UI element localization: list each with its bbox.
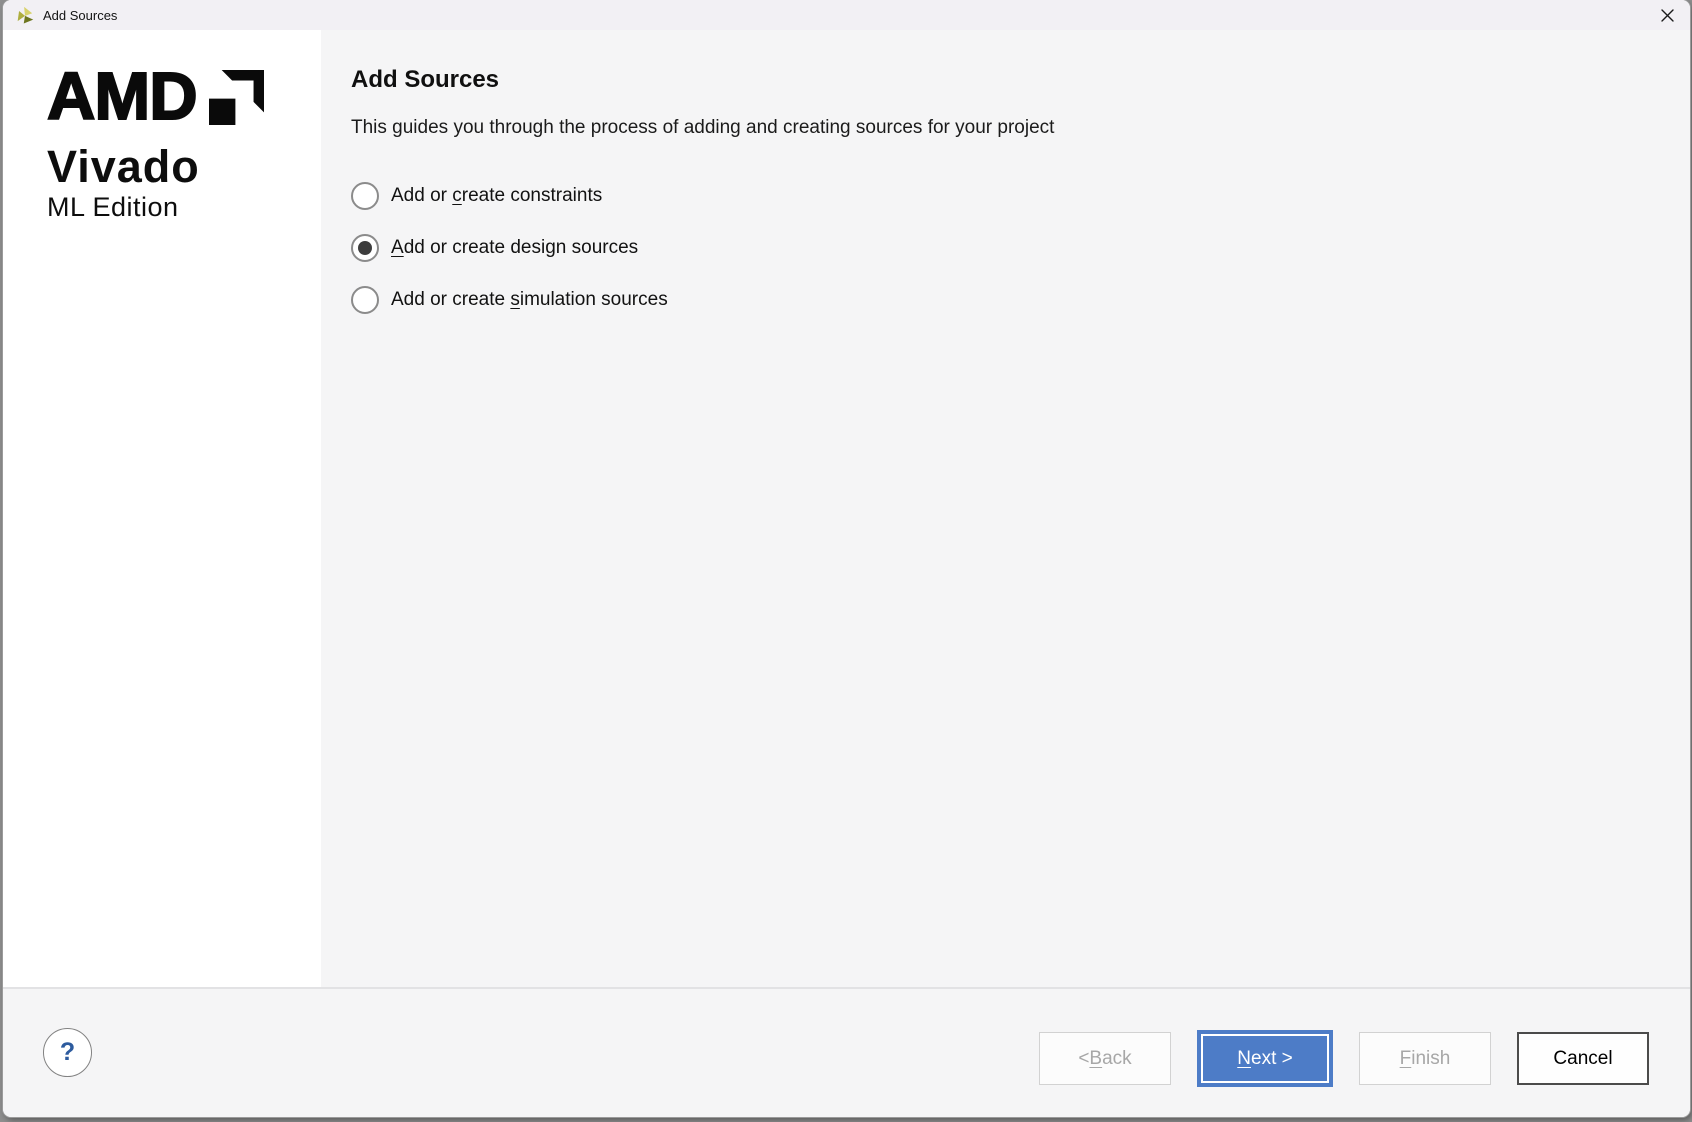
add-sources-dialog: Add Sources AMD Vivado ML Editi bbox=[3, 0, 1690, 1117]
product-name: Vivado bbox=[47, 147, 321, 187]
cancel-button[interactable]: Cancel bbox=[1517, 1032, 1649, 1085]
radio-label: Add or create design sources bbox=[391, 237, 638, 259]
brand-sidebar: AMD Vivado ML Edition bbox=[3, 30, 321, 987]
amd-logo: AMD bbox=[47, 70, 321, 126]
vivado-app-icon bbox=[16, 6, 34, 24]
radio-circle[interactable] bbox=[351, 234, 379, 262]
radio-circle[interactable] bbox=[351, 182, 379, 210]
radio-option-simulation-sources[interactable]: Add or create simulation sources bbox=[351, 285, 1650, 315]
amd-arrow-icon bbox=[209, 70, 264, 125]
dialog-footer: ? < Back Next > Finish Cancel bbox=[3, 987, 1690, 1117]
radio-dot bbox=[358, 241, 372, 255]
page-title: Add Sources bbox=[351, 66, 1650, 94]
wizard-page: Add Sources This guides you through the … bbox=[321, 30, 1690, 987]
page-description: This guides you through the process of a… bbox=[351, 117, 1650, 139]
radio-option-design-sources[interactable]: Add or create design sources bbox=[351, 233, 1650, 263]
radio-option-constraints[interactable]: Add or create constraints bbox=[351, 181, 1650, 211]
close-button[interactable] bbox=[1646, 0, 1688, 30]
radio-circle[interactable] bbox=[351, 286, 379, 314]
finish-button[interactable]: Finish bbox=[1359, 1032, 1491, 1085]
help-icon: ? bbox=[60, 1038, 75, 1067]
amd-logo-text: AMD bbox=[47, 70, 197, 123]
dialog-body: AMD Vivado ML Edition Add Sources This g… bbox=[3, 30, 1690, 987]
radio-label: Add or create simulation sources bbox=[391, 289, 668, 311]
next-button[interactable]: Next > bbox=[1197, 1030, 1333, 1087]
titlebar: Add Sources bbox=[3, 0, 1690, 30]
window-title: Add Sources bbox=[43, 8, 117, 23]
radio-label: Add or create constraints bbox=[391, 185, 602, 207]
product-edition: ML Edition bbox=[47, 194, 321, 221]
source-type-options: Add or create constraints Add or create … bbox=[351, 181, 1650, 315]
back-button[interactable]: < Back bbox=[1039, 1032, 1171, 1085]
help-button[interactable]: ? bbox=[43, 1028, 92, 1077]
close-icon bbox=[1660, 8, 1675, 23]
wizard-navigation: < Back Next > Finish Cancel bbox=[1039, 1030, 1649, 1087]
